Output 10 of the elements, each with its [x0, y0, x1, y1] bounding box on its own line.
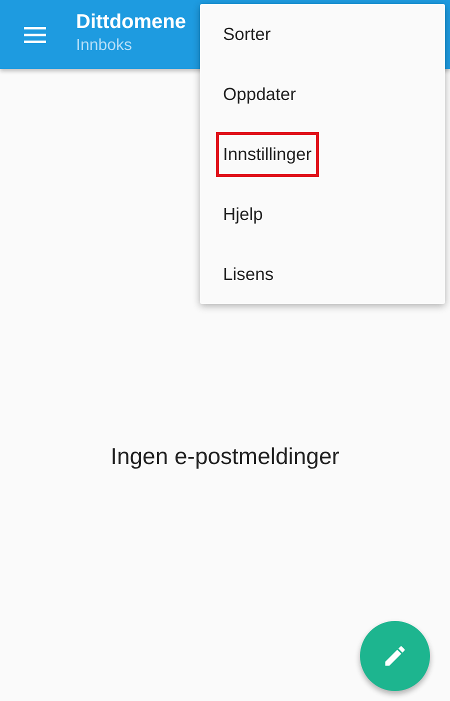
menu-item[interactable]: Lisens [216, 252, 281, 296]
compose-button[interactable] [360, 621, 430, 691]
menu-item[interactable]: Hjelp [216, 192, 270, 236]
menu-item[interactable]: Innstillinger [216, 132, 319, 176]
empty-message: Ingen e-postmeldinger [110, 443, 340, 470]
menu-item[interactable]: Oppdater [216, 72, 303, 116]
app-title: Dittdomene [76, 10, 186, 34]
menu-item[interactable]: Sorter [216, 12, 278, 56]
folder-subtitle: Innboks [76, 36, 134, 56]
menu-icon[interactable] [24, 26, 46, 42]
